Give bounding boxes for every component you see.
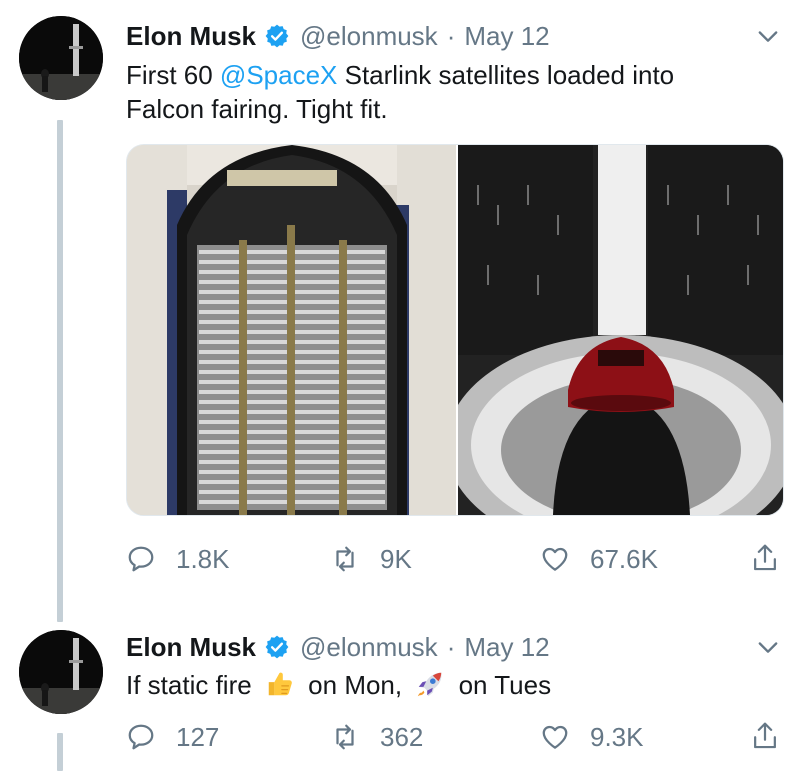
text-segment: on Mon,: [308, 670, 403, 700]
retweet-icon: [336, 724, 354, 750]
reply-count: 1.8K: [176, 543, 230, 574]
thread-line: [57, 120, 63, 622]
separator-dot: ·: [446, 631, 456, 662]
like-button[interactable]: 9.3K: [540, 717, 644, 757]
tweet-text: If static fire on Mon, on Tues: [126, 668, 551, 702]
separator-dot: ·: [446, 20, 456, 51]
reply-button[interactable]: 127: [126, 717, 219, 757]
tweet-date[interactable]: May 12: [464, 21, 549, 52]
heart-icon: [542, 547, 568, 571]
text-segment: Starlink satellites loaded into: [337, 60, 675, 90]
retweet-icon: [336, 546, 354, 572]
like-count: 67.6K: [590, 543, 658, 574]
text-segment: First 60: [126, 60, 220, 90]
author-handle[interactable]: @elonmusk: [300, 632, 438, 663]
tesla-roadster-fairing-photo: [446, 145, 783, 515]
chevron-down-icon[interactable]: [754, 22, 782, 50]
reply-icon: [128, 724, 154, 750]
media-photo-starlink[interactable]: [127, 145, 456, 515]
tweet-date[interactable]: May 12: [464, 632, 549, 663]
tweet-header: Elon Musk @elonmusk · May 12: [126, 16, 550, 56]
rocket-icon: [418, 672, 442, 697]
mention-link[interactable]: @SpaceX: [220, 60, 337, 90]
text-segment: If static fire: [126, 670, 252, 700]
tweet-header: Elon Musk @elonmusk · May 12: [126, 627, 550, 667]
verified-badge-icon: [265, 635, 289, 659]
reply-button[interactable]: 1.8K: [126, 539, 230, 579]
share-icon[interactable]: [750, 720, 780, 752]
share-icon[interactable]: [750, 542, 780, 574]
author-name[interactable]: Elon Musk: [126, 632, 256, 663]
heart-icon: [542, 725, 568, 749]
thread-line: [57, 733, 63, 771]
tweet-text: First 60 @SpaceX Starlink satellites loa…: [126, 58, 674, 126]
verified-badge-icon: [265, 24, 289, 48]
avatar[interactable]: [19, 630, 103, 714]
chevron-down-icon[interactable]: [754, 633, 782, 661]
like-count: 9.3K: [590, 721, 644, 752]
author-handle[interactable]: @elonmusk: [300, 21, 438, 52]
avatar[interactable]: [19, 16, 103, 100]
thumbs-up-icon: [268, 672, 292, 696]
avatar-image: [19, 16, 103, 100]
retweet-count: 362: [380, 721, 424, 752]
retweet-button[interactable]: 9K: [330, 539, 412, 579]
tweet-text-line: Falcon fairing. Tight fit.: [126, 94, 388, 124]
reply-icon: [128, 546, 154, 572]
starlink-satellites-photo: [127, 145, 456, 515]
retweet-count: 9K: [380, 543, 412, 574]
text-segment: on Tues: [458, 670, 552, 700]
tweet-text-line: First 60 @SpaceX Starlink satellites loa…: [126, 58, 674, 92]
retweet-button[interactable]: 362: [330, 717, 423, 757]
reply-count: 127: [176, 721, 220, 752]
avatar-image: [19, 630, 103, 714]
like-button[interactable]: 67.6K: [540, 539, 658, 579]
author-name[interactable]: Elon Musk: [126, 21, 256, 52]
tweet-media[interactable]: [126, 144, 784, 516]
media-photo-roadster[interactable]: [446, 145, 783, 515]
